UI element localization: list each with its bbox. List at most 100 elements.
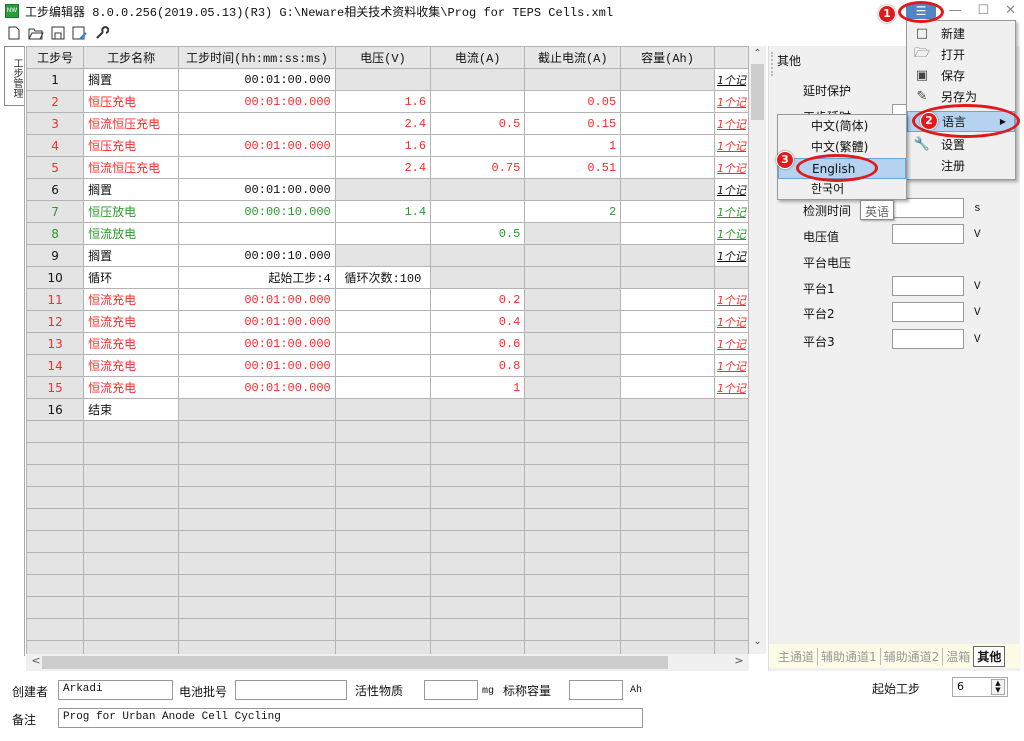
record-condition-link[interactable]: 1个记 — [717, 184, 746, 197]
record-condition-link[interactable]: 1个记 — [717, 338, 746, 351]
record-condition-link[interactable]: 1个记 — [717, 294, 746, 307]
cell-no[interactable]: 7 — [26, 200, 85, 223]
cell-name[interactable]: 恒压充电 — [83, 134, 180, 157]
cell-link[interactable]: 1个记 — [713, 156, 749, 179]
cell-cut[interactable]: 0.05 — [524, 90, 622, 113]
empty-cell[interactable] — [83, 596, 180, 619]
empty-row[interactable] — [26, 486, 749, 509]
empty-cell[interactable] — [620, 596, 715, 619]
tab-other[interactable]: 其他 — [973, 645, 1006, 667]
cell-no[interactable]: 8 — [26, 222, 85, 245]
cell-no[interactable]: 2 — [26, 90, 85, 113]
step-management-tab[interactable]: 工步管理 — [4, 46, 24, 106]
empty-cell[interactable] — [713, 530, 749, 553]
cell-link[interactable]: 1个记 — [713, 112, 749, 135]
cell-time[interactable]: 00:01:00.000 — [178, 90, 336, 113]
empty-cell[interactable] — [334, 420, 432, 443]
cell-name[interactable]: 恒流恒压充电 — [83, 156, 180, 179]
empty-cell[interactable] — [620, 508, 715, 531]
cell-cap[interactable] — [620, 244, 715, 267]
cell-v[interactable] — [334, 68, 432, 91]
cell-v[interactable]: 2.4 — [334, 156, 432, 179]
cell-no[interactable]: 16 — [26, 398, 85, 421]
col-step-time[interactable]: 工步时间(hh:mm:ss:ms) — [178, 46, 336, 69]
empty-cell[interactable] — [334, 640, 432, 654]
cell-name[interactable]: 搁置 — [83, 68, 180, 91]
empty-row[interactable] — [26, 464, 749, 487]
empty-cell[interactable] — [178, 552, 336, 575]
cell-time[interactable] — [178, 156, 336, 179]
empty-cell[interactable] — [178, 420, 336, 443]
tab-aux-channel-2[interactable]: 辅助通道2 — [881, 647, 944, 665]
empty-cell[interactable] — [26, 596, 85, 619]
empty-cell[interactable] — [430, 464, 526, 487]
cell-cap[interactable] — [620, 90, 715, 113]
cell-a[interactable] — [430, 90, 526, 113]
empty-cell[interactable] — [334, 530, 432, 553]
cell-name[interactable]: 结束 — [83, 398, 180, 421]
cell-cut[interactable] — [524, 68, 622, 91]
detect-time-input[interactable] — [892, 198, 964, 218]
cell-cut[interactable] — [524, 310, 622, 333]
empty-row[interactable] — [26, 618, 749, 641]
empty-cell[interactable] — [713, 596, 749, 619]
cell-link[interactable]: 1个记 — [713, 376, 749, 399]
record-condition-link[interactable]: 1个记 — [717, 250, 746, 263]
empty-cell[interactable] — [334, 508, 432, 531]
cell-time[interactable]: 00:01:00.000 — [178, 134, 336, 157]
empty-cell[interactable] — [334, 464, 432, 487]
creator-input[interactable]: Arkadi — [58, 680, 173, 700]
table-row[interactable]: 6 搁置 00:01:00.000 1个记 — [26, 178, 749, 201]
empty-cell[interactable] — [524, 420, 622, 443]
cell-name[interactable]: 恒流充电 — [83, 332, 180, 355]
col-capacity[interactable]: 容量(Ah) — [620, 46, 715, 69]
empty-cell[interactable] — [713, 420, 749, 443]
scroll-right-icon[interactable]: > — [731, 654, 747, 671]
cell-cut[interactable] — [524, 244, 622, 267]
record-condition-link[interactable]: 1个记 — [717, 118, 746, 131]
cell-name[interactable]: 循环 — [83, 266, 180, 289]
language-zh-simplified[interactable]: 中文(简体) — [778, 116, 906, 137]
cell-link[interactable]: 1个记 — [713, 354, 749, 377]
empty-cell[interactable] — [620, 486, 715, 509]
cell-v[interactable] — [334, 398, 432, 421]
cell-cut[interactable] — [524, 354, 622, 377]
empty-row[interactable] — [26, 420, 749, 443]
record-condition-link[interactable]: 1个记 — [717, 140, 746, 153]
col-step-no[interactable]: 工步号 — [26, 46, 85, 69]
empty-cell[interactable] — [713, 552, 749, 575]
empty-cell[interactable] — [620, 574, 715, 597]
cell-link[interactable]: 1个记 — [713, 244, 749, 267]
empty-cell[interactable] — [26, 640, 85, 654]
empty-cell[interactable] — [430, 618, 526, 641]
empty-cell[interactable] — [713, 442, 749, 465]
table-row[interactable]: 15 恒流充电 00:01:00.000 1 1个记 — [26, 376, 749, 399]
cell-a[interactable] — [430, 178, 526, 201]
cell-v[interactable] — [334, 332, 432, 355]
cell-cut[interactable]: 0.15 — [524, 112, 622, 135]
empty-cell[interactable] — [430, 420, 526, 443]
cell-time[interactable] — [178, 398, 336, 421]
cell-time[interactable]: 00:00:10.000 — [178, 244, 336, 267]
empty-cell[interactable] — [620, 442, 715, 465]
cell-a[interactable] — [430, 266, 526, 289]
nominal-capacity-input[interactable] — [569, 680, 623, 700]
cell-time[interactable]: 00:00:10.000 — [178, 200, 336, 223]
empty-cell[interactable] — [178, 618, 336, 641]
close-button[interactable]: ✕ — [1005, 3, 1016, 18]
empty-cell[interactable] — [178, 530, 336, 553]
empty-cell[interactable] — [83, 420, 180, 443]
empty-cell[interactable] — [83, 464, 180, 487]
cell-cap[interactable] — [620, 354, 715, 377]
col-step-name[interactable]: 工步名称 — [83, 46, 180, 69]
cell-time[interactable]: 00:01:00.000 — [178, 332, 336, 355]
cell-cap[interactable] — [620, 222, 715, 245]
cell-v[interactable]: 循环次数:100 — [334, 266, 432, 289]
empty-cell[interactable] — [83, 442, 180, 465]
table-row[interactable]: 9 搁置 00:00:10.000 1个记 — [26, 244, 749, 267]
empty-row[interactable] — [26, 530, 749, 553]
empty-cell[interactable] — [334, 596, 432, 619]
empty-cell[interactable] — [620, 420, 715, 443]
empty-cell[interactable] — [524, 464, 622, 487]
col-record[interactable] — [713, 46, 749, 69]
